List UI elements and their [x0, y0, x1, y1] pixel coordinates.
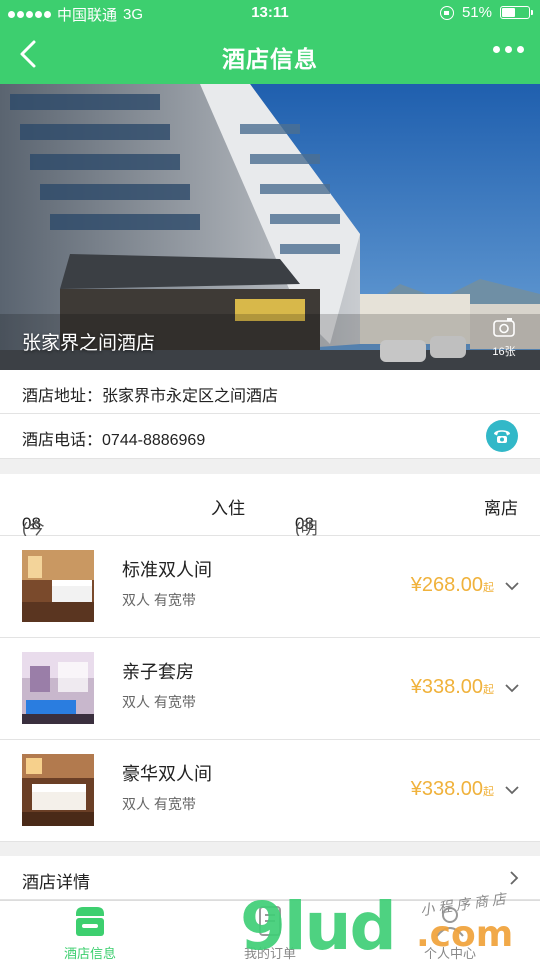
hotel-photo[interactable]: 张家界之间酒店 16张: [0, 84, 540, 370]
room-item[interactable]: 标准双人间 双人 有宽带 ¥268.00起: [0, 536, 540, 638]
room-description: 双人 有宽带: [122, 592, 196, 608]
room-thumbnail: [22, 754, 94, 826]
checkout-label: 离店: [484, 499, 518, 518]
more-button[interactable]: [493, 46, 524, 53]
phone-row: 酒店电话：0744-8886969: [0, 414, 540, 459]
room-photo-family: [22, 652, 94, 724]
page-title: 酒店信息: [222, 46, 318, 72]
rotation-lock-icon: [439, 5, 454, 20]
phone-label: 酒店电话：: [22, 432, 103, 449]
shop-icon: [76, 907, 104, 936]
room-name: 标准双人间: [122, 560, 212, 580]
more-dot-icon: [505, 46, 512, 53]
checkin-label: 入住: [211, 499, 245, 518]
photo-count-badge[interactable]: 16张: [484, 316, 524, 359]
price-value: ¥338.00: [410, 778, 483, 800]
room-description: 双人 有宽带: [122, 796, 196, 812]
price-suffix: 起: [483, 582, 494, 594]
room-price: ¥268.00起: [411, 574, 494, 597]
room-item[interactable]: 亲子套房 双人 有宽带 ¥338.00起: [0, 638, 540, 740]
hotel-details-label: 酒店详情: [22, 873, 90, 892]
address-value: 张家界市永定区之间酒店: [102, 388, 279, 405]
room-name: 亲子套房: [122, 662, 194, 682]
tab-label: 个人中心: [423, 946, 476, 960]
room-name: 豪华双人间: [122, 764, 212, 784]
tab-bar: 酒店信息 我的订单 个人中心: [0, 900, 540, 960]
room-thumbnail: [22, 652, 94, 724]
room-price: ¥338.00起: [411, 778, 494, 801]
room-thumbnail: [22, 550, 94, 622]
address-text: 酒店地址：张家界市永定区之间酒店: [22, 382, 278, 406]
phone-text: 酒店电话：0744-8886969: [22, 426, 205, 450]
chevron-right-icon: [510, 871, 519, 885]
user-icon: [436, 907, 464, 937]
tab-hotel-info[interactable]: 酒店信息: [0, 901, 180, 960]
more-dot-icon: [493, 46, 500, 53]
tab-label: 我的订单: [243, 946, 296, 960]
nav-bar: 酒店信息: [0, 26, 540, 84]
room-description: 双人 有宽带: [122, 694, 196, 710]
chevron-down-icon[interactable]: [504, 580, 520, 592]
hotel-name: 张家界之间酒店: [22, 333, 156, 354]
price-suffix: 起: [483, 684, 494, 696]
camera-icon: [493, 318, 515, 337]
room-item[interactable]: 豪华双人间 双人 有宽带 ¥338.00起: [0, 740, 540, 842]
status-bar: 中国联通 3G 13:11 51%: [0, 0, 540, 26]
price-value: ¥338.00: [410, 676, 483, 698]
phone-value: 0744-8886969: [102, 432, 206, 449]
tab-label: 酒店信息: [63, 946, 116, 960]
tab-profile[interactable]: 个人中心: [360, 901, 540, 960]
room-price: ¥338.00起: [411, 676, 494, 699]
photo-count: 16张: [492, 346, 516, 358]
address-label: 酒店地址：: [22, 388, 103, 405]
room-photo-standard: [22, 550, 94, 622]
battery-percent: 51%: [461, 4, 492, 21]
call-button[interactable]: [486, 420, 518, 452]
section-divider: [0, 459, 540, 474]
date-selector[interactable]: 08月07日(今天) 入住 08月08日(明天) 离店: [0, 474, 540, 603]
price-value: ¥268.00: [410, 574, 483, 596]
battery-icon: [500, 6, 533, 19]
address-row: 酒店地址：张家界市永定区之间酒店: [0, 370, 540, 414]
room-photo-deluxe: [22, 754, 94, 826]
chevron-down-icon[interactable]: [504, 682, 520, 694]
chevron-down-icon[interactable]: [504, 784, 520, 796]
section-divider: [0, 842, 540, 856]
phone-icon: [494, 430, 510, 443]
order-icon: [259, 906, 281, 936]
status-right: 51%: [439, 4, 533, 21]
price-suffix: 起: [483, 786, 494, 798]
hotel-details-row[interactable]: 酒店详情: [0, 856, 540, 900]
more-dot-icon: [517, 46, 524, 53]
tab-my-orders[interactable]: 我的订单: [180, 901, 360, 960]
